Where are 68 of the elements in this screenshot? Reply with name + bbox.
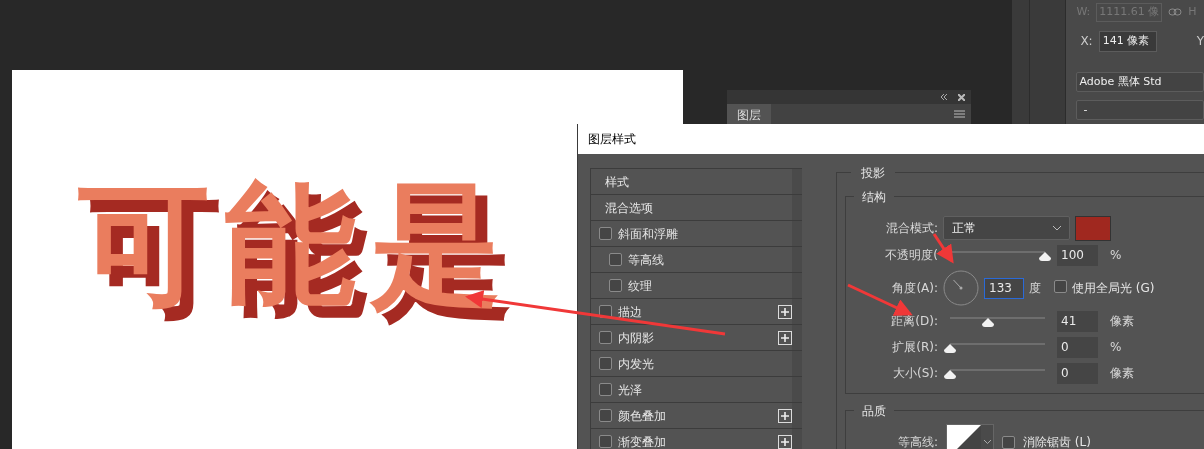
unit-label: 像素 — [1110, 313, 1134, 330]
checkbox[interactable] — [1002, 435, 1015, 449]
unit-label: % — [1110, 339, 1122, 356]
style-item[interactable]: 渐变叠加 — [618, 432, 778, 449]
field-label: 距离(D): — [890, 313, 938, 330]
field-label: 扩展(R): — [891, 339, 938, 356]
group-title: 结构 — [862, 190, 886, 204]
dialog-title: 图层样式 — [588, 131, 636, 148]
add-icon[interactable] — [778, 408, 792, 423]
checkbox[interactable] — [599, 227, 612, 240]
group-title: 品质 — [862, 404, 886, 418]
close-icon[interactable] — [958, 93, 965, 101]
caret-icon — [1053, 225, 1061, 231]
unit-label: % — [1110, 247, 1122, 264]
field-label: 混合模式: — [884, 220, 938, 237]
blend-mode-dropdown[interactable]: 正常 — [943, 216, 1070, 240]
add-icon[interactable] — [778, 330, 792, 345]
checkbox[interactable] — [1054, 280, 1067, 293]
style-item[interactable]: 混合选项 — [605, 198, 792, 217]
font-style-field[interactable]: - — [1076, 100, 1204, 120]
field-label: 角度(A): — [891, 280, 938, 297]
unit-label: 像素 — [1110, 365, 1134, 382]
checkbox[interactable] — [599, 383, 612, 396]
checkbox-label: 消除锯齿 (L) — [1023, 434, 1091, 449]
style-item[interactable]: 斜面和浮雕 — [618, 224, 792, 243]
slider-thumb[interactable] — [944, 370, 956, 379]
menu-icon[interactable] — [954, 110, 965, 118]
slider-thumb[interactable] — [982, 318, 994, 327]
link-icon[interactable] — [1168, 8, 1183, 16]
checkbox[interactable] — [599, 409, 612, 422]
caret-icon — [983, 440, 991, 444]
style-item[interactable]: 内阴影 — [618, 328, 778, 347]
add-icon[interactable] — [778, 304, 792, 319]
unit-label: 度 — [1029, 280, 1041, 297]
annotation-arrow — [932, 233, 954, 264]
value-field[interactable]: 0 — [1057, 336, 1098, 358]
style-item[interactable]: 内发光 — [618, 354, 792, 373]
layers-tab[interactable]: 图层 — [727, 104, 771, 126]
collapse-icon[interactable] — [940, 94, 948, 100]
font-family-field[interactable]: Adobe 黑体 Std — [1076, 72, 1204, 92]
checkbox[interactable] — [609, 253, 622, 266]
checkbox[interactable] — [609, 279, 622, 292]
angle-dial[interactable] — [943, 270, 979, 306]
style-item[interactable]: 颜色叠加 — [618, 406, 778, 425]
style-item[interactable]: 光泽 — [618, 380, 792, 399]
field-label: 不透明度( — [884, 247, 938, 264]
section-title: 投影 — [861, 166, 885, 180]
field-label: 大小(S): — [891, 365, 938, 382]
shadow-color-swatch[interactable] — [1075, 215, 1111, 241]
style-item[interactable]: 等高线 — [628, 250, 792, 269]
checkbox[interactable] — [599, 331, 612, 344]
checkbox[interactable] — [599, 435, 612, 448]
value-field[interactable]: 41 — [1057, 310, 1098, 332]
style-item[interactable]: 描边 — [618, 302, 778, 321]
angle-field[interactable]: 133 — [984, 277, 1024, 299]
style-item[interactable]: 样式 — [605, 172, 792, 191]
slider-thumb[interactable] — [944, 344, 956, 353]
value-field[interactable]: 100 — [1057, 244, 1098, 266]
checkbox-label: 使用全局光 (G) — [1072, 280, 1155, 297]
checkbox[interactable] — [599, 357, 612, 370]
y-label: Y — [1196, 33, 1204, 50]
value-field[interactable]: 0 — [1057, 362, 1098, 384]
field-label: 等高线: — [896, 434, 938, 449]
add-icon[interactable] — [778, 434, 792, 449]
slider-thumb[interactable] — [1039, 252, 1051, 261]
style-item[interactable]: 纹理 — [628, 276, 792, 295]
x-field[interactable]: 141 像素 — [1098, 30, 1157, 52]
x-label: X: — [1080, 33, 1093, 50]
